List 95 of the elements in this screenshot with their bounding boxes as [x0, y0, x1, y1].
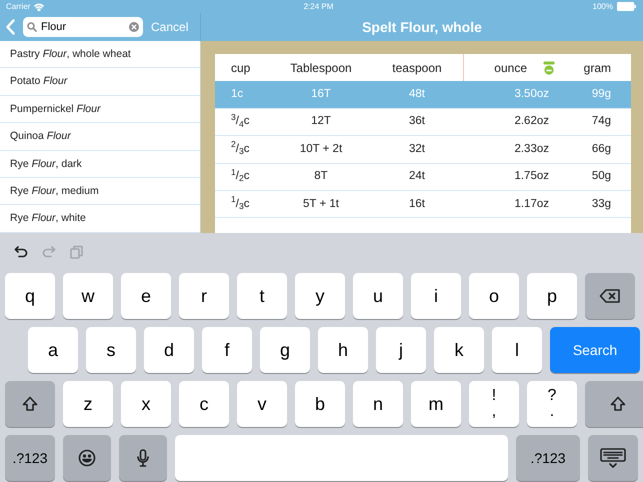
mic-key[interactable]: [119, 435, 167, 481]
table-cell-text: 8T: [313, 169, 329, 184]
table-cell-text: 10T + 2t: [298, 142, 344, 157]
table-cell-text: 66g: [590, 142, 612, 157]
table-row[interactable]: $^{2}$/$_{3}$c 10T + 2t 32t 2.33oz 66g: [215, 136, 631, 164]
key[interactable]: i: [411, 273, 461, 319]
key[interactable]: l: [492, 327, 542, 373]
emoji-key[interactable]: [63, 435, 111, 481]
key[interactable]: z: [63, 381, 113, 427]
key[interactable]: c: [179, 381, 229, 427]
table-cell-text: 33g: [590, 196, 612, 212]
table-cell-text: $^{1}$/$_{3}$c: [230, 196, 251, 213]
key[interactable]: w: [63, 273, 113, 319]
table-cell-text: 36t: [408, 114, 426, 130]
wifi-icon: [34, 2, 44, 10]
table-cell-text: 5T + 1t: [302, 196, 340, 212]
table-cell-text: 1c: [230, 86, 244, 102]
table-cell-text: 48t: [408, 86, 426, 102]
key[interactable]: ? .: [527, 381, 577, 427]
table-cell-text: 12T: [310, 114, 332, 130]
table-cell-text: 3.50oz: [513, 86, 550, 102]
search-result[interactable]: Pastry Flour, whole wheat: [0, 41, 200, 68]
search-result[interactable]: Rye Flour, dark: [0, 150, 200, 178]
table-row[interactable]: $^{1}$/$_{2}$c 8T 24t 1.75oz 50g: [215, 164, 631, 191]
hide-keyboard-key[interactable]: [588, 435, 638, 481]
key[interactable]: q: [5, 273, 55, 319]
key[interactable]: g: [260, 327, 310, 373]
key[interactable]: x: [121, 381, 171, 427]
table-cell-text: $^{2}$/$_{3}$c: [230, 140, 251, 158]
key[interactable]: h: [318, 327, 368, 373]
table-cell-text: 16t: [408, 196, 426, 212]
column-header: teaspoon: [391, 60, 443, 77]
shift-icon: [22, 396, 38, 412]
table-cell-text: 24t: [408, 169, 426, 184]
table-cell-text: 50g: [590, 169, 612, 184]
clock: 2:24 PM: [304, 0, 334, 12]
table-row[interactable]: $^{1}$/$_{3}$c 5T + 1t 16t 1.17oz 33g: [215, 190, 631, 218]
table-cell-text: 74g: [590, 114, 612, 130]
shift-icon: [610, 396, 626, 412]
table-cell-text: 16T: [310, 86, 332, 102]
key[interactable]: a: [28, 327, 78, 373]
carrier-label: Carrier: [6, 0, 30, 12]
microphone-icon: [137, 449, 149, 467]
keyboard-icon: [600, 448, 626, 468]
search-result[interactable]: Pumpernickel Flour: [0, 96, 200, 124]
smiley-icon: [78, 449, 96, 467]
key[interactable]: y: [295, 273, 345, 319]
numbers-key[interactable]: .?123: [516, 435, 580, 481]
table-cell-text: 1.75oz: [513, 169, 550, 184]
search-result[interactable]: Quinoa Flour: [0, 123, 200, 151]
search-field[interactable]: Flour: [41, 18, 125, 36]
key[interactable]: s: [86, 327, 136, 373]
search-key[interactable]: Search: [550, 327, 640, 373]
key[interactable]: k: [434, 327, 484, 373]
key[interactable]: j: [376, 327, 426, 373]
table-cell-text: $^{1}$/$_{2}$c: [230, 168, 251, 186]
column-header: gram: [582, 60, 612, 77]
battery-icon: [617, 2, 637, 11]
table-row[interactable]: $^{3}$/$_{4}$c 12T 36t 2.62oz 74g: [215, 108, 631, 136]
scale-icon: [543, 60, 555, 75]
column-header: Tablespoon: [289, 60, 353, 77]
column-header: ounce: [494, 60, 527, 77]
key[interactable]: ! ,: [469, 381, 519, 427]
search-icon: [27, 22, 37, 32]
key[interactable]: m: [411, 381, 461, 427]
key[interactable]: b: [295, 381, 345, 427]
key[interactable]: v: [237, 381, 287, 427]
undo-icon[interactable]: [14, 245, 28, 259]
search-result[interactable]: Potato Flour: [0, 68, 200, 96]
shift-key[interactable]: [5, 381, 55, 427]
key[interactable]: e: [121, 273, 171, 319]
numbers-key[interactable]: .?123: [5, 435, 55, 481]
clear-icon[interactable]: [129, 22, 139, 32]
table-cell-text: 2.62oz: [513, 114, 550, 130]
key[interactable]: o: [469, 273, 519, 319]
table-cell-text: 2.33oz: [513, 142, 550, 157]
backspace-key[interactable]: [585, 273, 635, 319]
key[interactable]: r: [179, 273, 229, 319]
key[interactable]: n: [353, 381, 403, 427]
key[interactable]: d: [144, 327, 194, 373]
column-header: cup: [230, 60, 252, 77]
window-title: Spelt Flour, whole: [362, 18, 482, 37]
search-result[interactable]: Rye Flour, medium: [0, 178, 200, 206]
table-cell-text: 32t: [408, 142, 426, 157]
battery-percent: 100%: [592, 0, 613, 12]
table-cell-text: 1.17oz: [513, 196, 550, 212]
search-bar[interactable]: Flour: [23, 17, 143, 37]
shift-key[interactable]: [585, 381, 643, 427]
table-cell-text: 99g: [590, 86, 612, 102]
key[interactable]: t: [237, 273, 287, 319]
key[interactable]: u: [353, 273, 403, 319]
backspace-icon: [599, 288, 621, 304]
table-cell-text: $^{3}$/$_{4}$c: [230, 113, 251, 130]
key[interactable]: f: [202, 327, 252, 373]
key[interactable]: p: [527, 273, 577, 319]
